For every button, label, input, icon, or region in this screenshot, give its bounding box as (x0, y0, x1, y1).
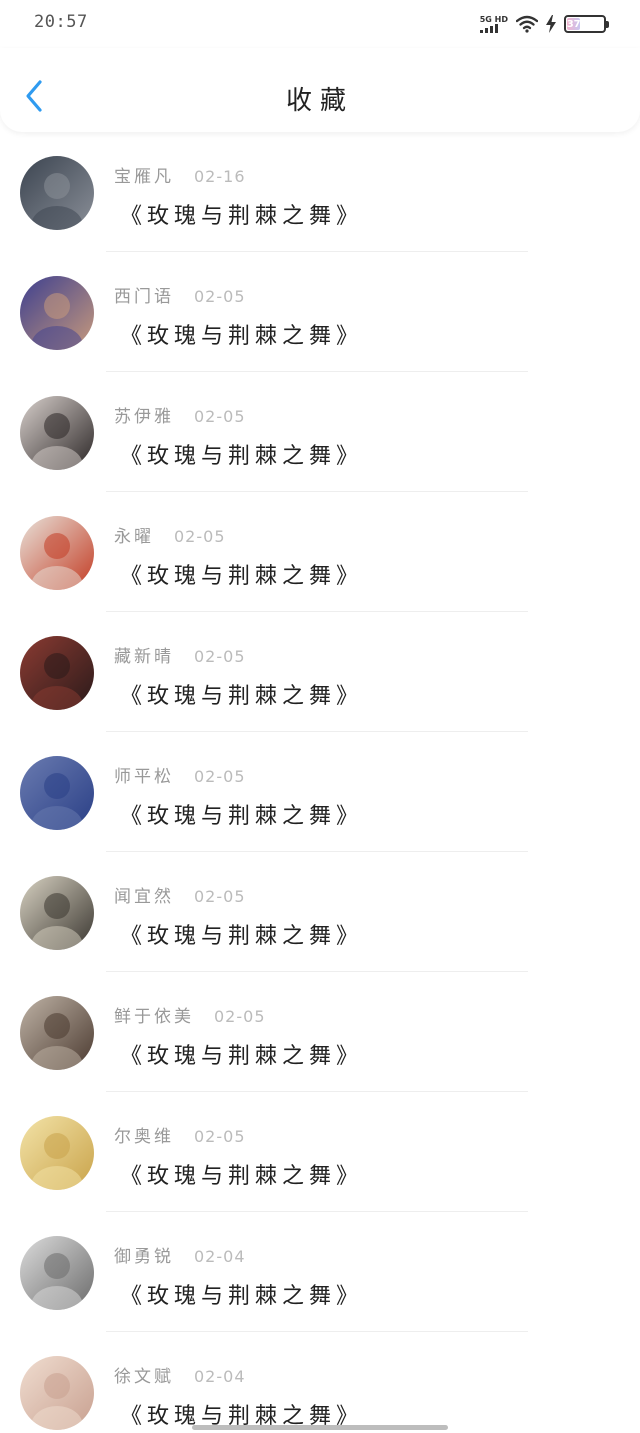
item-title: 《玫瑰与荆棘之舞》 (120, 1284, 364, 1309)
user-name: 西门语 (114, 287, 174, 307)
user-name: 永曜 (114, 527, 154, 547)
list-item[interactable]: 苏伊雅 02-05 《玫瑰与荆棘之舞》 (0, 372, 640, 492)
user-name: 师平松 (114, 767, 174, 787)
user-name: 藏新晴 (114, 647, 174, 667)
item-title: 《玫瑰与荆棘之舞》 (120, 324, 364, 349)
date-label: 02-16 (194, 167, 246, 186)
user-name: 御勇锐 (114, 1247, 174, 1267)
list-item[interactable]: 藏新晴 02-05 《玫瑰与荆棘之舞》 (0, 612, 640, 732)
item-meta: 永曜 02-05 (114, 522, 226, 547)
list-item[interactable]: 徐文赋 02-04 《玫瑰与荆棘之舞》 (0, 1332, 640, 1433)
item-title: 《玫瑰与荆棘之舞》 (120, 924, 364, 949)
date-label: 02-05 (194, 287, 246, 306)
list-item[interactable]: 尔奥维 02-05 《玫瑰与荆棘之舞》 (0, 1092, 640, 1212)
network-label: 5G HD (479, 15, 508, 24)
item-title: 《玫瑰与荆棘之舞》 (120, 1044, 364, 1069)
date-label: 02-05 (194, 1127, 246, 1146)
date-label: 02-04 (194, 1247, 246, 1266)
avatar[interactable] (20, 1236, 94, 1310)
avatar[interactable] (20, 1116, 94, 1190)
list-item[interactable]: 西门语 02-05 《玫瑰与荆棘之舞》 (0, 252, 640, 372)
date-label: 02-05 (194, 887, 246, 906)
header: 收藏 (0, 48, 640, 132)
user-name: 宝雁凡 (114, 167, 174, 187)
item-meta: 师平松 02-05 (114, 762, 246, 787)
battery-fill: 37 (566, 18, 581, 30)
item-title: 《玫瑰与荆棘之舞》 (120, 444, 364, 469)
item-title: 《玫瑰与荆棘之舞》 (120, 804, 364, 829)
item-meta: 西门语 02-05 (114, 282, 246, 307)
list-item[interactable]: 永曜 02-05 《玫瑰与荆棘之舞》 (0, 492, 640, 612)
avatar[interactable] (20, 1356, 94, 1430)
list-item[interactable]: 闻宜然 02-05 《玫瑰与荆棘之舞》 (0, 852, 640, 972)
item-title: 《玫瑰与荆棘之舞》 (120, 1164, 364, 1189)
date-label: 02-05 (214, 1007, 266, 1026)
battery-icon: 37 (564, 15, 609, 33)
avatar[interactable] (20, 156, 94, 230)
user-name: 徐文赋 (114, 1367, 174, 1387)
avatar[interactable] (20, 756, 94, 830)
user-name: 苏伊雅 (114, 407, 174, 427)
wifi-icon (516, 15, 538, 33)
user-name: 鲜于依美 (114, 1007, 194, 1027)
user-name: 尔奥维 (114, 1127, 174, 1147)
date-label: 02-04 (194, 1367, 246, 1386)
list-item[interactable]: 宝雁凡 02-16 《玫瑰与荆棘之舞》 (0, 132, 640, 252)
avatar[interactable] (20, 276, 94, 350)
avatar[interactable] (20, 396, 94, 470)
avatar[interactable] (20, 516, 94, 590)
avatar[interactable] (20, 876, 94, 950)
favorites-list: 宝雁凡 02-16 《玫瑰与荆棘之舞》 西门语 02-05 《玫瑰与荆棘之舞》 苏伊雅 02-… (0, 132, 640, 1433)
item-meta: 鲜于依美 02-05 (114, 1002, 266, 1027)
date-label: 02-05 (174, 527, 226, 546)
item-meta: 藏新晴 02-05 (114, 642, 246, 667)
item-title: 《玫瑰与荆棘之舞》 (120, 564, 364, 589)
status-icons: 5G HD 37 (479, 12, 609, 36)
status-bar: 20:57 5G HD 37 (0, 0, 640, 48)
avatar[interactable] (20, 636, 94, 710)
avatar[interactable] (20, 996, 94, 1070)
item-title: 《玫瑰与荆棘之舞》 (120, 204, 364, 229)
home-indicator[interactable] (192, 1425, 448, 1430)
date-label: 02-05 (194, 647, 246, 666)
item-meta: 御勇锐 02-04 (114, 1242, 246, 1267)
page-title: 收藏 (285, 86, 354, 116)
item-meta: 宝雁凡 02-16 (114, 162, 246, 187)
date-label: 02-05 (194, 407, 246, 426)
item-meta: 苏伊雅 02-05 (114, 402, 246, 427)
list-item[interactable]: 鲜于依美 02-05 《玫瑰与荆棘之舞》 (0, 972, 640, 1092)
user-name: 闻宜然 (114, 887, 174, 907)
lightning-icon (546, 15, 556, 33)
date-label: 02-05 (194, 767, 246, 786)
list-item[interactable]: 师平松 02-05 《玫瑰与荆棘之舞》 (0, 732, 640, 852)
item-meta: 尔奥维 02-05 (114, 1122, 246, 1147)
signal-icon: 5G HD (479, 15, 508, 33)
item-meta: 闻宜然 02-05 (114, 882, 246, 907)
list-item[interactable]: 御勇锐 02-04 《玫瑰与荆棘之舞》 (0, 1212, 640, 1332)
item-title: 《玫瑰与荆棘之舞》 (120, 684, 364, 709)
battery-level: 37 (566, 18, 581, 30)
item-meta: 徐文赋 02-04 (114, 1362, 246, 1387)
status-time: 20:57 (34, 12, 88, 32)
